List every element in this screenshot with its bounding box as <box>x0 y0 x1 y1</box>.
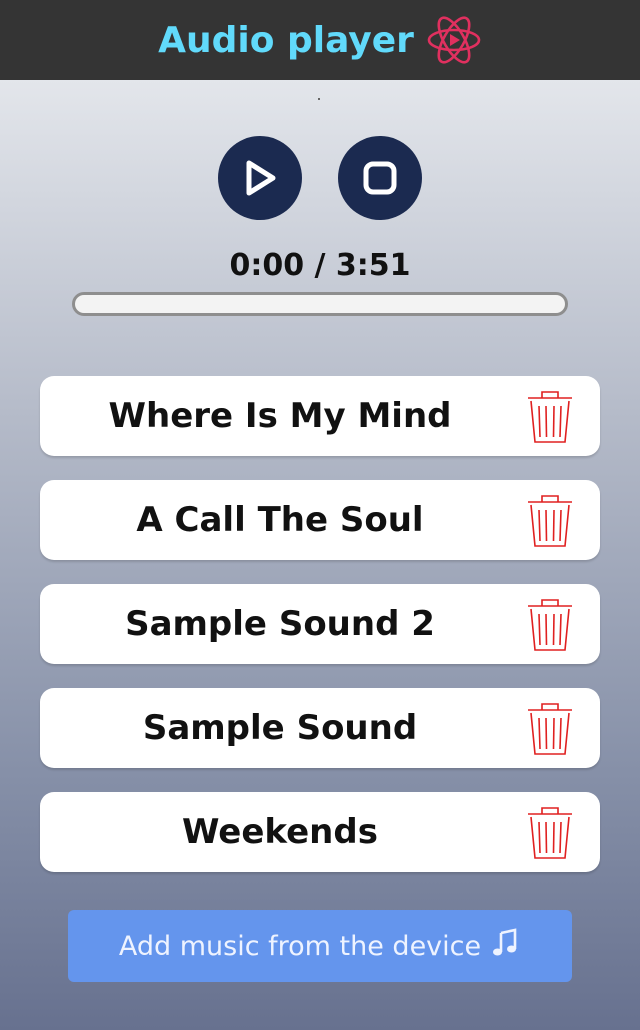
track-item[interactable]: A Call The Soul <box>40 480 600 560</box>
stop-icon <box>362 160 398 196</box>
app-title: Audio player <box>158 19 414 61</box>
track-item[interactable]: Sample Sound 2 <box>40 584 600 664</box>
stop-button[interactable] <box>338 136 422 220</box>
trash-icon[interactable] <box>524 700 576 756</box>
track-item[interactable]: Sample Sound <box>40 688 600 768</box>
progress-bar[interactable] <box>72 292 568 316</box>
play-icon <box>242 158 278 198</box>
track-title: A Call The Soul <box>136 500 424 540</box>
add-music-label: Add music from the device <box>118 930 482 962</box>
app-header: Audio player <box>0 0 640 80</box>
track-title: Where Is My Mind <box>108 396 452 436</box>
play-button[interactable] <box>218 136 302 220</box>
track-title: Sample Sound <box>142 708 418 748</box>
track-title: Weekends <box>182 812 378 852</box>
track-item[interactable]: Where Is My Mind <box>40 376 600 456</box>
player-controls <box>0 136 640 220</box>
track-title: Sample Sound 2 <box>125 604 435 644</box>
react-atom-icon <box>426 12 482 68</box>
time-display: 0:00 / 3:51 <box>229 248 411 283</box>
music-note-icon <box>489 927 521 966</box>
trash-icon[interactable] <box>524 596 576 652</box>
trash-icon[interactable] <box>524 804 576 860</box>
track-list: Where Is My Mind A Call The Soul Sample So… <box>40 376 600 896</box>
add-music-button[interactable]: Add music from the device <box>68 910 572 982</box>
trash-icon[interactable] <box>524 492 576 548</box>
track-item[interactable]: Weekends <box>40 792 600 872</box>
decorative-dot <box>318 98 320 100</box>
trash-icon[interactable] <box>524 388 576 444</box>
